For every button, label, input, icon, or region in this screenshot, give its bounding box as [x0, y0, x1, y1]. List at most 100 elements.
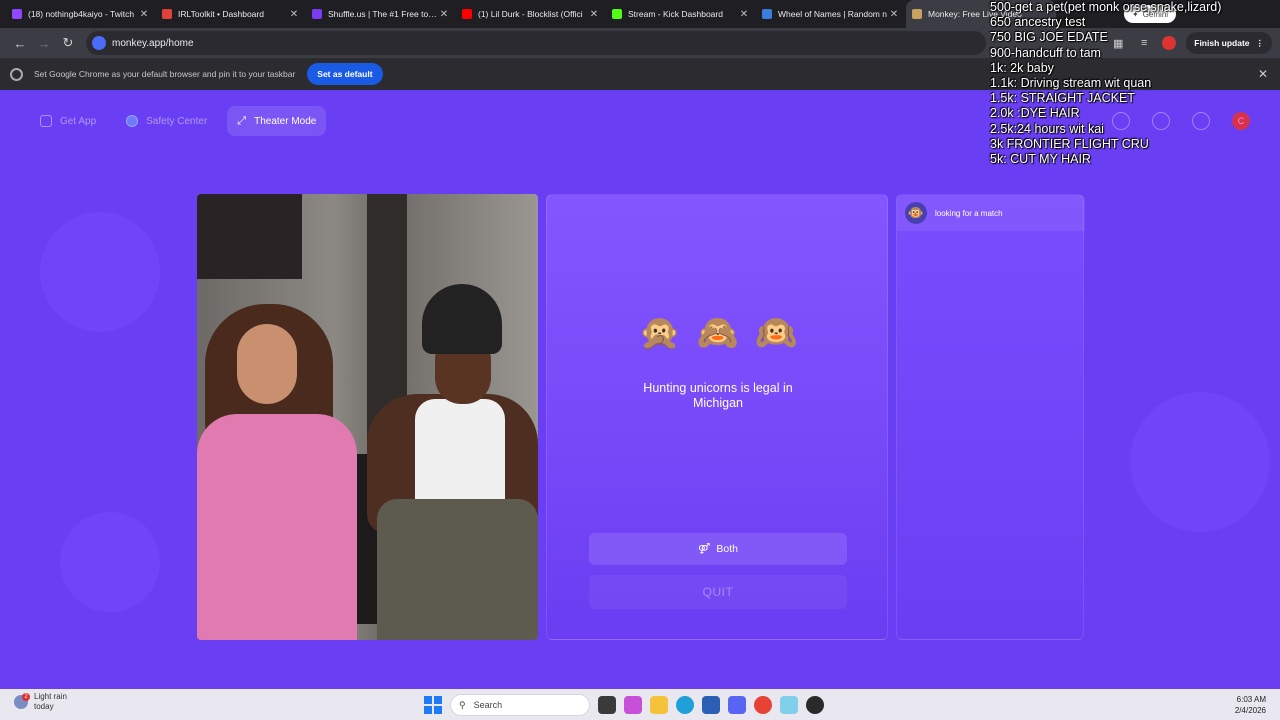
forward-icon[interactable]: →: [32, 31, 56, 55]
back-icon[interactable]: ←: [8, 31, 32, 55]
browser-tab[interactable]: (1) Lil Durk - Blocklist (Offici ✕: [456, 0, 606, 28]
background-decoration: [1130, 392, 1270, 532]
hear-no-evil-monkey-icon: 🙉: [755, 314, 798, 352]
browser-tab[interactable]: Stream - Kick Dashboard ✕: [606, 0, 756, 28]
theater-mode-button[interactable]: ⤢ Theater Mode: [227, 106, 327, 136]
tab-title: Stream - Kick Dashboard: [628, 9, 723, 19]
shield-icon: [126, 115, 139, 127]
stream-goal-line: 500-get a pet(pet monk orse,snake,lizard…: [990, 0, 1222, 14]
app-icon[interactable]: [780, 696, 798, 714]
video-wall-poster: [197, 194, 302, 279]
tab-close-icon[interactable]: ✕: [138, 9, 150, 20]
get-app-button[interactable]: Get App: [30, 106, 106, 136]
stream-goal-line: 2.0k :DYE HAIR: [990, 106, 1080, 121]
tab-favicon-icon: [612, 9, 622, 19]
search-icon: ⚲: [459, 699, 466, 710]
address-bar[interactable]: monkey.app/home: [86, 31, 986, 55]
tab-favicon-icon: [462, 9, 472, 19]
taskbar-search[interactable]: ⚲ Search: [450, 694, 590, 716]
tab-close-icon[interactable]: ✕: [438, 9, 450, 20]
safety-center-button[interactable]: Safety Center: [116, 106, 217, 136]
see-no-evil-monkey-icon: 🙈: [696, 314, 740, 352]
tab-close-icon[interactable]: ✕: [738, 9, 750, 20]
gender-filter-label: Both: [716, 543, 738, 555]
tab-title: (18) nothingb4kaiyo - Twitch: [28, 9, 135, 19]
page-nav: Get App Safety Center ⤢ Theater Mode: [30, 106, 327, 136]
stream-goal-line: 650 ancestry test: [990, 15, 1086, 30]
quit-button[interactable]: QUIT: [589, 575, 847, 609]
search-label: Search: [473, 700, 503, 710]
infobar-message: Set Google Chrome as your default browse…: [34, 69, 296, 79]
address-url: monkey.app/home: [112, 37, 194, 49]
video-white-tank: [415, 399, 505, 509]
tab-favicon-icon: [762, 9, 772, 19]
windows-start-icon[interactable]: [424, 696, 442, 714]
match-card: 🙊 🙈 🙉 Hunting unicorns is legal in Michi…: [546, 194, 888, 640]
weather-badge: 2: [22, 693, 30, 701]
chat-header: 🐵 looking for a match: [897, 195, 1085, 231]
theater-mode-label: Theater Mode: [254, 115, 317, 127]
monkey-emojis: 🙊 🙈 🙉: [547, 313, 889, 353]
reload-icon[interactable]: ↻: [56, 31, 80, 55]
copilot-icon[interactable]: [624, 696, 642, 714]
tab-close-icon[interactable]: ✕: [888, 9, 900, 20]
tab-title: IRLToolkit • Dashboard: [178, 9, 264, 19]
browser-tab[interactable]: (18) nothingb4kaiyo - Twitch ✕: [6, 0, 156, 28]
match-status-text: looking for a match: [935, 208, 1003, 218]
tab-title: Shuffle.us | The #1 Free to Pl: [328, 9, 438, 19]
clock-time: 6:03 AM: [1236, 695, 1266, 704]
tab-favicon-icon: [912, 9, 922, 19]
video-person-left: [197, 304, 357, 640]
stream-goal-line: 750 BIG JOE EDATE: [990, 30, 1108, 45]
browser-tab[interactable]: Wheel of Names | Random n ✕: [756, 0, 906, 28]
fun-fact-text: Hunting unicorns is legal in Michigan: [643, 381, 793, 410]
stream-goal-line: 2.5k:24 hours wit kai: [990, 121, 1104, 136]
clock-date: 2/4/2026: [1234, 706, 1266, 715]
phone-icon: [40, 115, 52, 127]
tab-close-icon[interactable]: ✕: [588, 9, 600, 20]
set-default-button[interactable]: Set as default: [307, 63, 383, 85]
stream-goal-line: 3k FRONTIER FLIGHT CRU: [990, 136, 1149, 151]
discord-icon[interactable]: [728, 696, 746, 714]
weather-day: today: [34, 702, 54, 711]
cloud-rain-icon: 2: [14, 693, 30, 709]
browser-tab[interactable]: IRLToolkit • Dashboard ✕: [156, 0, 306, 28]
tab-title: (1) Lil Durk - Blocklist (Offici: [478, 9, 583, 19]
stream-goal-line: 5k: CUT MY HAIR: [990, 152, 1091, 167]
tab-close-icon[interactable]: ✕: [288, 9, 300, 20]
stream-goal-line: 1.5k: STRAIGHT JACKET: [990, 91, 1135, 106]
get-app-label: Get App: [60, 115, 97, 127]
stream-goal-line: 1.1k: Driving stream wit quan: [990, 76, 1152, 91]
chrome-icon: [10, 67, 23, 81]
tab-favicon-icon: [162, 9, 172, 19]
background-decoration: [40, 212, 160, 332]
obs-icon[interactable]: [806, 696, 824, 714]
chrome-taskbar-icon[interactable]: [754, 696, 772, 714]
speak-no-evil-monkey-icon: 🙊: [638, 314, 681, 352]
system-clock[interactable]: 6:03 AM 2/4/2026: [1235, 694, 1266, 716]
self-video-feed: [197, 194, 538, 640]
tab-favicon-icon: [312, 9, 322, 19]
store-icon[interactable]: [702, 696, 720, 714]
monkey-avatar-icon: 🐵: [905, 202, 927, 224]
stream-goal-line: 1k: 2k baby: [990, 60, 1054, 75]
chat-panel: 🐵 looking for a match: [896, 194, 1085, 640]
gender-filter-button[interactable]: ⚤ Both: [589, 533, 847, 565]
stream-goals-overlay: 500-get a pet(pet monk orse,snake,lizard…: [990, 0, 1280, 170]
tab-favicon-icon: [12, 9, 22, 19]
safety-center-label: Safety Center: [146, 115, 208, 127]
file-explorer-icon[interactable]: [650, 696, 668, 714]
browser-tab[interactable]: Shuffle.us | The #1 Free to Pl ✕: [306, 0, 456, 28]
edge-icon[interactable]: [676, 696, 694, 714]
video-face: [237, 324, 297, 404]
weather-widget[interactable]: 2 Light rain today: [14, 692, 67, 712]
weather-condition: Light rain: [34, 692, 67, 701]
site-info-icon[interactable]: [92, 36, 106, 50]
gender-icon: ⚤: [698, 543, 711, 555]
windows-taskbar: 2 Light rain today ⚲ Search 6:03 AM 2/4/…: [0, 689, 1280, 720]
video-pink-outfit: [197, 414, 357, 640]
tab-title: Wheel of Names | Random n: [778, 9, 887, 19]
task-view-icon[interactable]: [598, 696, 616, 714]
background-decoration: [60, 512, 160, 612]
video-durag: [422, 284, 502, 354]
